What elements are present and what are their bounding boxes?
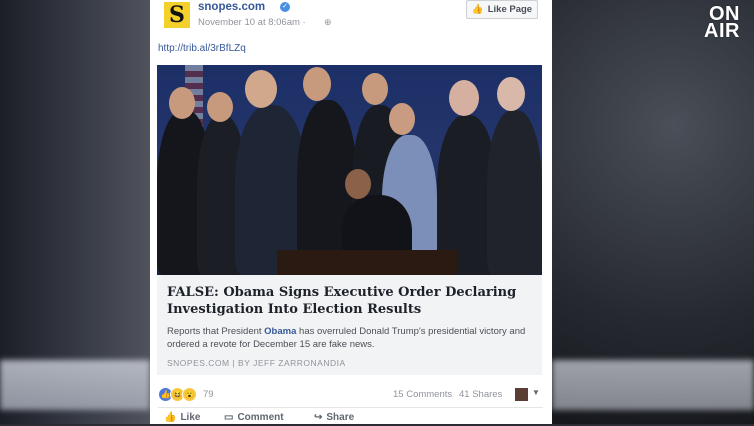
post-header: S snopes.com ✓ November 10 at 8:06am · ⊕… <box>164 0 544 32</box>
share-icon: ↪ <box>314 412 323 423</box>
page-avatar[interactable]: S <box>164 2 190 28</box>
like-page-button[interactable]: 👍 Like Page <box>466 0 538 19</box>
post-link[interactable]: http://trib.al/3rBfLZq <box>158 43 246 54</box>
wow-reaction-icon: 😮 <box>182 386 197 402</box>
verified-badge-icon: ✓ <box>280 2 290 12</box>
globe-icon: ⊕ <box>324 17 332 27</box>
article-summary: Reports that President Obama has overrul… <box>167 326 526 350</box>
blurred-background-right <box>552 0 754 424</box>
person-head <box>345 169 371 199</box>
shares-count[interactable]: 41 Shares <box>459 389 502 400</box>
person-head <box>497 77 525 111</box>
article-headline[interactable]: FALSE: Obama Signs Executive Order Decla… <box>167 284 532 318</box>
person-head <box>169 87 195 119</box>
reactions-summary[interactable]: 👍 😆 😮 79 <box>158 386 214 402</box>
desk <box>277 250 457 275</box>
blurred-text-left <box>0 360 150 410</box>
person-head <box>207 92 233 122</box>
chevron-down-icon[interactable]: ▼ <box>532 388 540 397</box>
like-button[interactable]: 👍 Like <box>164 412 200 423</box>
person-head <box>362 73 388 105</box>
person-head <box>245 70 277 108</box>
article-photo[interactable] <box>157 65 542 275</box>
article-source: SNOPES.COM | BY JEFF ZARRONANDIA <box>167 358 346 368</box>
person-head <box>449 80 479 116</box>
comment-icon: ▭ <box>224 412 234 423</box>
viewer-avatar[interactable] <box>515 388 528 401</box>
thumbs-up-icon: 👍 <box>471 4 484 15</box>
reaction-count: 79 <box>203 388 214 400</box>
share-button[interactable]: ↪ Share <box>314 412 354 423</box>
page-name-link[interactable]: snopes.com <box>198 1 265 13</box>
divider <box>158 407 543 408</box>
post-timestamp[interactable]: November 10 at 8:06am · <box>198 17 306 28</box>
comments-count[interactable]: 15 Comments <box>393 389 452 400</box>
person-silhouette <box>487 110 542 275</box>
facebook-post-card: S snopes.com ✓ November 10 at 8:06am · ⊕… <box>150 0 552 424</box>
comment-button[interactable]: ▭ Comment <box>224 412 284 423</box>
person-head <box>303 67 331 101</box>
blurred-background-left <box>0 0 150 424</box>
thumbs-up-icon: 👍 <box>164 412 177 423</box>
onair-logo: ON AIR <box>704 3 740 42</box>
link-preview[interactable]: FALSE: Obama Signs Executive Order Decla… <box>157 275 542 375</box>
person-head <box>389 103 415 135</box>
blurred-text-right <box>552 360 754 410</box>
